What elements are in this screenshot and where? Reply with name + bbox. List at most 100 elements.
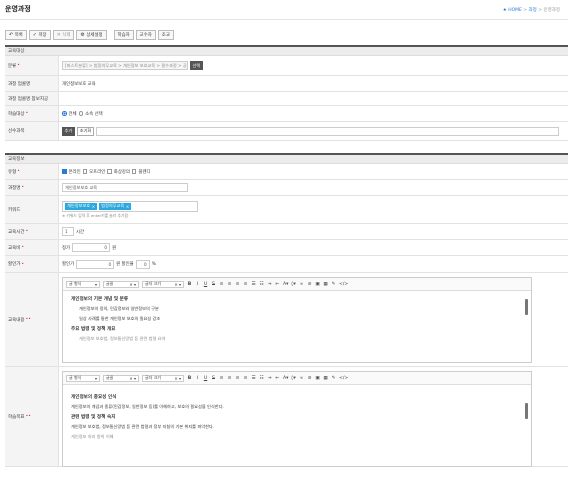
keywords-row: 키워드 개인정보보호 × 법정의무교육 × ※ 키워드 입력 후 enter키를 눌… [5, 196, 568, 224]
category-select-button[interactable]: 선택 [190, 61, 203, 70]
font-select[interactable]: 글꼴 ✕ ▾ [103, 374, 139, 382]
keywords-input[interactable]: 개인정보보호 × 법정의무교육 × [62, 200, 198, 212]
italic-icon[interactable]: I [195, 282, 200, 287]
section-title: 교육정보 [5, 155, 568, 164]
type-offline-checkbox[interactable] [82, 169, 88, 174]
hours-row: 교육시간 • 1 시간 [5, 224, 568, 240]
breadcrumb-current: 운영과정 [543, 8, 560, 13]
paragraph-format-select[interactable]: 글 형식 ▾ [66, 280, 100, 288]
align-left-icon[interactable]: ≡ [219, 376, 224, 381]
discount-row: 할인가 • 할인가 0 원 할인율 0 % [5, 256, 568, 273]
image-icon[interactable]: ▣ [315, 376, 320, 381]
justify-icon[interactable]: ≡ [243, 376, 248, 381]
unlink-icon[interactable]: ⊘ [307, 282, 312, 287]
breadcrumb-course[interactable]: 과정 [529, 8, 537, 13]
hours-input[interactable]: 1 [62, 227, 74, 236]
goal-row: 학습목표 •• 글 형식 ▾ 글꼴 ✕ ▾ 글자 크기 ✕ ▾ B I U S ≡ ≡ … [5, 367, 568, 467]
bold-icon[interactable]: B [187, 376, 192, 381]
justify-icon[interactable]: ≡ [243, 282, 248, 287]
indent-icon[interactable]: ⇥ [267, 376, 272, 381]
check-icon: ✓ [32, 31, 37, 38]
image-icon[interactable]: ▣ [315, 282, 320, 287]
list-button[interactable]: ↶ 목록 [5, 30, 27, 40]
section-title: 교육대상 [5, 47, 568, 56]
course-code2-row: 과정 업콜명 참보지공 [5, 92, 568, 106]
indent-icon[interactable]: ⇥ [267, 282, 272, 287]
discount-price-input[interactable]: 0 [76, 259, 115, 269]
font-size-select[interactable]: 글자 크기 ✕ ▾ [142, 280, 184, 288]
gear-icon: ⚙ [80, 31, 85, 38]
target-all-radio[interactable] [62, 111, 67, 116]
tab-assistants[interactable]: 조교 [157, 30, 174, 40]
delete-button[interactable]: ✕ 삭제 [52, 30, 75, 40]
remove-icon[interactable]: × [126, 204, 130, 209]
align-right-icon[interactable]: ≡ [235, 376, 240, 381]
prereq-reset-button[interactable]: 초기화 [76, 126, 95, 136]
category-row: 분류 • [퍼스트분류] > 법정의무교육 > 개인정보 보호교육 > 필수과정 … [5, 56, 568, 76]
link-icon[interactable]: ∞ [299, 282, 304, 287]
prereq-add-button[interactable]: 추가 [62, 126, 75, 136]
outdent-icon[interactable]: ⇤ [275, 282, 280, 287]
numbered-list-icon[interactable]: ☷ [259, 282, 264, 287]
highlight-icon[interactable]: ◊▾ [291, 282, 296, 287]
highlight-icon[interactable]: ◊▾ [291, 376, 296, 381]
align-left-icon[interactable]: ≡ [219, 282, 224, 287]
strikethrough-icon[interactable]: S [211, 282, 216, 287]
special-char-icon[interactable]: ✎ [331, 282, 336, 287]
target-section: 교육대상 분류 • [퍼스트분류] > 법정의무교육 > 개인정보 보호교육 > … [5, 45, 568, 141]
type-video-checkbox[interactable] [107, 169, 112, 174]
home-icon[interactable]: ★ [503, 8, 507, 13]
discount-rate-input[interactable]: 0 [135, 259, 150, 269]
tab-instructors[interactable]: 교수자 [135, 30, 156, 40]
bold-icon[interactable]: B [187, 282, 192, 287]
underline-icon[interactable]: U [203, 376, 208, 381]
content-editor[interactable]: 글 형식 ▾ 글꼴 ✕ ▾ 글자 크기 ✕ ▾ B I U S ≡ ≡ ≡ ≡ ☰ ☷… [62, 277, 532, 363]
content-editor-body[interactable]: 개인정보의 기본 개념 및 분류 개인정보의 정의, 민감정보와 일반정보의 구… [63, 291, 531, 362]
course-code-value: 개인정보보호 교육 [62, 81, 96, 87]
goal-editor-body[interactable]: 개인정보의 중요성 인식 개인정보의 개념과 종류(민감정보, 일반정보 등)를… [63, 385, 531, 466]
page-title: 운영과정 [5, 5, 31, 13]
italic-icon[interactable]: I [195, 376, 200, 381]
strikethrough-icon[interactable]: S [211, 376, 216, 381]
prereq-row: 선수과목 추가 초기화 [5, 122, 568, 141]
align-right-icon[interactable]: ≡ [235, 282, 240, 287]
editor-scrollbar[interactable] [525, 299, 528, 315]
remove-icon[interactable]: × [92, 204, 96, 209]
font-size-select[interactable]: 글자 크기 ✕ ▾ [142, 374, 184, 382]
tab-learners[interactable]: 학습자 [113, 30, 134, 40]
text-color-icon[interactable]: A▾ [283, 282, 288, 287]
align-center-icon[interactable]: ≡ [227, 282, 232, 287]
link-icon[interactable]: ∞ [299, 376, 304, 381]
unlink-icon[interactable]: ⊘ [307, 376, 312, 381]
goal-editor[interactable]: 글 형식 ▾ 글꼴 ✕ ▾ 글자 크기 ✕ ▾ B I U S ≡ ≡ ≡ ≡ ☰ ☷… [62, 371, 532, 467]
underline-icon[interactable]: U [203, 282, 208, 287]
page-header: 운영과정 ★ HOME > 과정 > 운영과정 [0, 0, 568, 20]
bullet-list-icon[interactable]: ☰ [251, 282, 256, 287]
align-center-icon[interactable]: ≡ [227, 376, 232, 381]
bullet-list-icon[interactable]: ☰ [251, 376, 256, 381]
save-button[interactable]: ✓ 저장 [28, 30, 51, 40]
type-online-checkbox[interactable] [62, 169, 67, 174]
type-row: 유형 • 온라인 오프라인 화상강의 블렌디 [5, 164, 568, 180]
font-select[interactable]: 글꼴 ✕ ▾ [103, 280, 139, 288]
course-name-row: 과정명 • 개인정보보호 교육 [5, 180, 568, 196]
source-code-icon[interactable]: </> [339, 376, 348, 381]
text-color-icon[interactable]: A▾ [283, 376, 288, 381]
source-code-icon[interactable]: </> [339, 282, 348, 287]
editor-scrollbar[interactable] [525, 403, 528, 419]
outdent-icon[interactable]: ⇤ [275, 376, 280, 381]
target-org-radio[interactable] [78, 111, 84, 116]
fee-row: 교육비 • 정가 0 원 [5, 240, 568, 256]
course-name-input[interactable]: 개인정보보호 교육 [62, 183, 188, 192]
special-char-icon[interactable]: ✎ [331, 376, 336, 381]
paragraph-format-select[interactable]: 글 형식 ▾ [66, 374, 100, 382]
detail-settings-button[interactable]: ⚙ 상세설정 [76, 30, 107, 40]
numbered-list-icon[interactable]: ☷ [259, 376, 264, 381]
back-arrow-icon: ↶ [9, 31, 14, 38]
fee-input[interactable]: 0 [72, 243, 111, 252]
table-icon[interactable]: ▦ [323, 282, 328, 287]
category-path: [퍼스트분류] > 법정의무교육 > 개인정보 보호교육 > 필수과정 > 공.… [62, 61, 188, 70]
type-blended-checkbox[interactable] [131, 169, 137, 174]
table-icon[interactable]: ▦ [323, 376, 328, 381]
breadcrumb-home[interactable]: HOME [508, 8, 522, 13]
